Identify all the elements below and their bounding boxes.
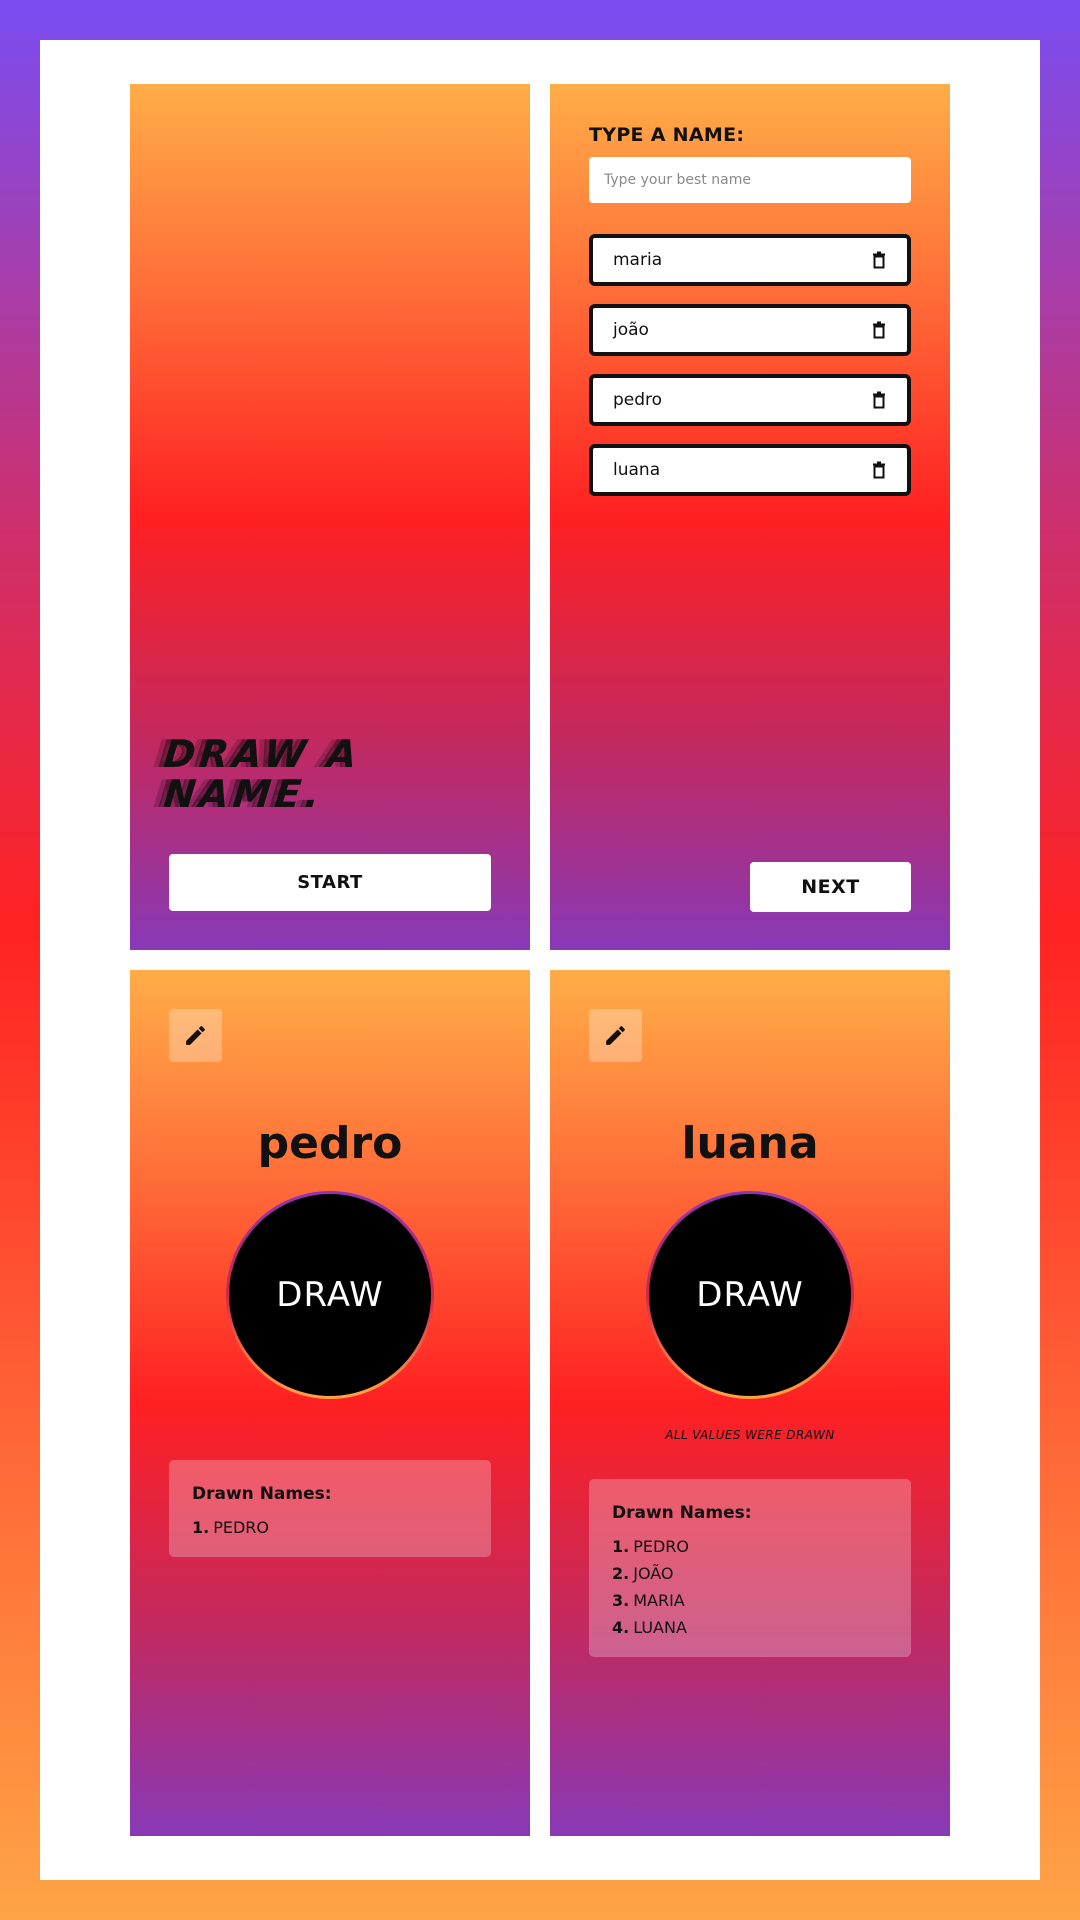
drawn-names-title: Drawn Names: <box>192 1484 332 1504</box>
name-item-label: pedro <box>613 390 663 410</box>
start-screen: DRAW A NAME. START <box>130 84 530 950</box>
list-item: 4. LUANA <box>612 1618 687 1637</box>
name-list-item: maria <box>589 234 911 286</box>
drawn-names-title: Drawn Names: <box>612 1503 752 1523</box>
draw-button-label: DRAW <box>649 1194 851 1396</box>
next-button[interactable]: NEXT <box>750 862 911 912</box>
logo-line-2: NAME. <box>161 772 326 816</box>
names-screen: TYPE A NAME: maria joão pedro luana <box>550 84 950 950</box>
draw-button[interactable]: DRAW <box>646 1191 854 1399</box>
drawn-names-panel: Drawn Names: 1. PEDRO <box>169 1460 491 1557</box>
trash-icon[interactable] <box>869 250 889 270</box>
status-message: ALL VALUES WERE DRAWN <box>665 1428 835 1442</box>
name-list-item: joão <box>589 304 911 356</box>
draw-screen-first: pedro DRAW Drawn Names: 1. PEDRO <box>130 970 530 1836</box>
list-item: 1. PEDRO <box>192 1518 270 1537</box>
drawn-names-list: 1. PEDRO 2. JOÃO 3. MARIA 4. LUANA <box>612 1533 888 1641</box>
app-logo: DRAW A NAME. <box>161 732 444 816</box>
name-input[interactable] <box>589 157 911 203</box>
name-item-label: joão <box>613 320 649 340</box>
name-prompt-label: TYPE A NAME: <box>589 124 745 146</box>
start-button[interactable]: START <box>169 854 491 911</box>
list-item: 3. MARIA <box>612 1591 685 1610</box>
name-list-item: pedro <box>589 374 911 426</box>
pencil-icon <box>186 1026 205 1045</box>
pencil-icon <box>606 1026 625 1045</box>
draw-button[interactable]: DRAW <box>226 1191 434 1399</box>
trash-icon[interactable] <box>869 320 889 340</box>
list-item: 2. JOÃO <box>612 1564 674 1583</box>
draw-button-label: DRAW <box>229 1194 431 1396</box>
current-name: luana <box>681 1118 819 1169</box>
name-list-item: luana <box>589 444 911 496</box>
draw-screen-complete: luana DRAW ALL VALUES WERE DRAWN Drawn N… <box>550 970 950 1836</box>
name-item-label: luana <box>613 460 661 480</box>
list-item: 1. PEDRO <box>612 1537 690 1556</box>
edit-button[interactable] <box>169 1009 222 1062</box>
drawn-names-panel: Drawn Names: 1. PEDRO 2. JOÃO 3. MARIA 4. LU… <box>589 1479 911 1657</box>
trash-icon[interactable] <box>869 390 889 410</box>
logo-line-1: DRAW A <box>161 732 364 776</box>
trash-icon[interactable] <box>869 460 889 480</box>
edit-button[interactable] <box>589 1009 642 1062</box>
drawn-names-list: 1. PEDRO <box>192 1514 468 1541</box>
current-name: pedro <box>257 1118 403 1169</box>
name-item-label: maria <box>613 250 663 270</box>
